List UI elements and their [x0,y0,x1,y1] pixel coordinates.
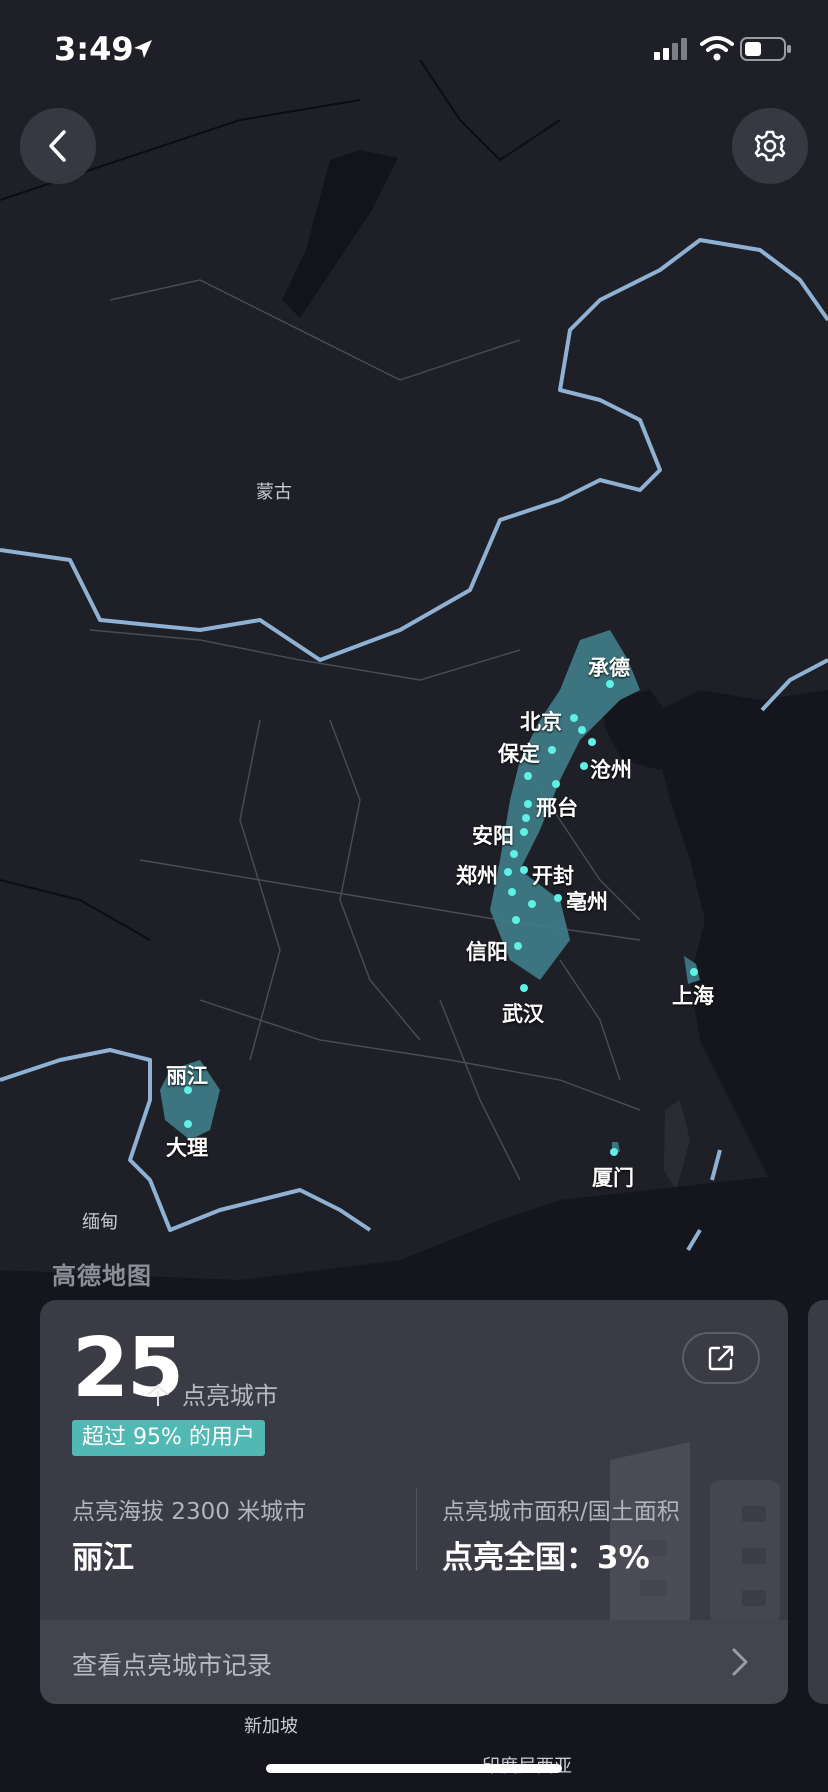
status-time: 3:49 [54,30,134,68]
wifi-icon [700,36,734,61]
count-unit: 个 [146,1382,170,1410]
home-indicator[interactable] [266,1764,562,1773]
area-stat-value: 点亮全国：3% [442,1540,650,1576]
buildings-illustration [610,1442,780,1624]
map-label-singapore: 新加坡 [244,1716,298,1737]
city-label-xinyang[interactable]: 信阳 [466,936,508,966]
count-label: 点亮城市 [182,1382,278,1410]
map-label-myanmar: 缅甸 [82,1212,118,1233]
city-label-zhengzhou[interactable]: 郑州 [456,860,498,890]
city-label-bozhou[interactable]: 亳州 [566,886,608,916]
location-arrow-icon [134,40,152,58]
city-label-beijing[interactable]: 北京 [520,706,562,736]
map-label-mongolia: 蒙古 [256,482,292,503]
stats-divider [416,1488,417,1570]
city-label-xingtai[interactable]: 邢台 [536,792,578,822]
altitude-stat-value: 丽江 [72,1540,134,1576]
percentile-badge: 超过 95% 的用户 [72,1420,265,1456]
city-label-shanghai[interactable]: 上海 [672,980,714,1010]
chevron-right-icon [732,1648,748,1676]
sea-east [640,690,828,1180]
altitude-stat-title: 点亮海拔 2300 米城市 [72,1499,307,1525]
taiwan [664,1100,690,1190]
status-bar: 3:49 [0,0,828,100]
city-label-lijiang[interactable]: 丽江 [166,1060,208,1090]
lit-cities-card[interactable]: 25 个 点亮城市 超过 95% 的用户 点亮海拔 2300 米城市 丽江 点亮… [40,1300,788,1704]
next-card-peek[interactable] [808,1300,828,1704]
settings-button[interactable] [732,108,808,184]
city-label-dali[interactable]: 大理 [166,1132,208,1162]
area-stat-title: 点亮城市面积/国土面积 [442,1499,680,1525]
battery-icon [740,37,791,61]
view-records-link[interactable]: 查看点亮城市记录 [40,1620,788,1704]
city-label-anyang[interactable]: 安阳 [472,820,514,850]
lake-baikal [282,150,398,318]
city-label-cangzhou[interactable]: 沧州 [590,754,632,784]
chevron-left-icon [49,130,66,162]
share-icon [708,1345,734,1371]
share-button[interactable] [682,1332,760,1384]
cellular-signal-icon [654,38,687,60]
city-label-chengde[interactable]: 承德 [588,652,630,682]
gear-icon [754,130,786,162]
city-label-wuhan[interactable]: 武汉 [502,998,544,1028]
amap-logo: 高德地图 [52,1262,152,1290]
city-label-xiamen[interactable]: 厦门 [592,1162,634,1192]
view-records-label: 查看点亮城市记录 [72,1651,273,1680]
back-button[interactable] [20,108,96,184]
city-label-baoding[interactable]: 保定 [498,738,540,768]
